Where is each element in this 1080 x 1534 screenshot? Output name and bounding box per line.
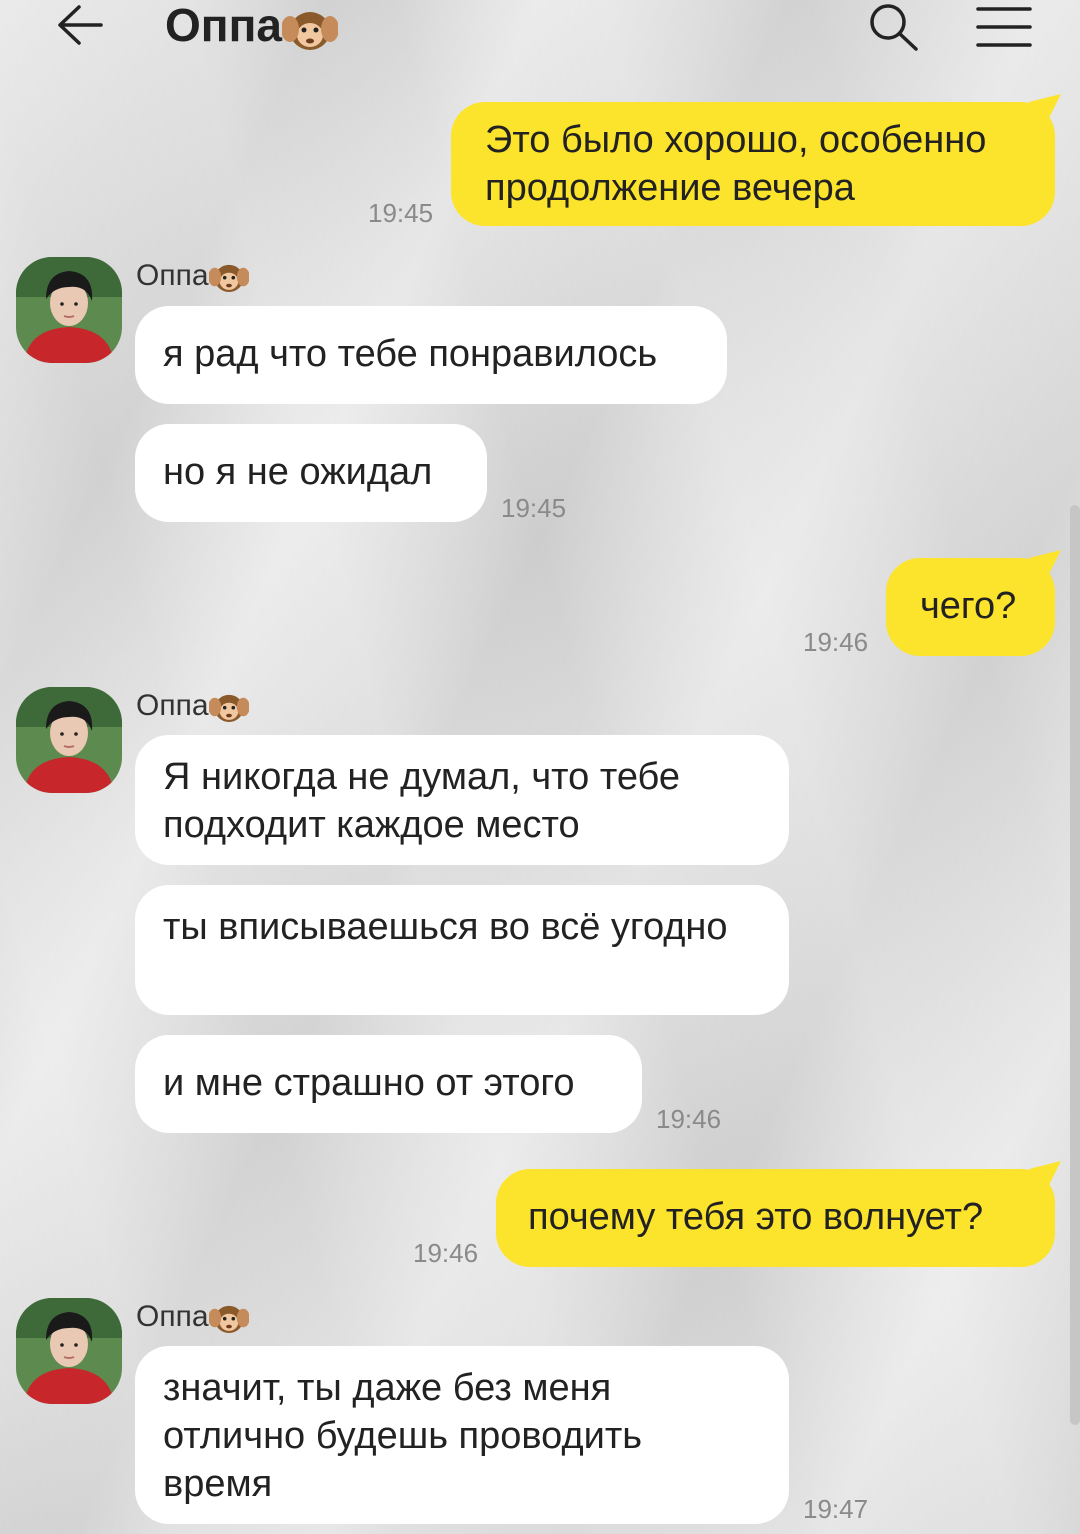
sender-name-text: Оппа [136, 259, 209, 292]
message-text: но я не ожидал [163, 451, 433, 493]
monkey-emoji-icon [282, 5, 338, 53]
message-text: и мне страшно от этого [163, 1062, 575, 1104]
bubble-tail-icon [1029, 1161, 1061, 1193]
hamburger-menu-icon[interactable] [975, 6, 1033, 48]
chat-title-text: Оппа [165, 0, 282, 51]
bubble-tail-icon [1029, 94, 1061, 126]
monkey-emoji-icon [209, 1300, 249, 1336]
message-bubble-incoming[interactable]: и мне страшно от этого [135, 1035, 642, 1133]
avatar[interactable] [16, 257, 122, 363]
avatar[interactable] [16, 687, 122, 793]
bubble-tail-icon [1029, 550, 1061, 582]
monkey-emoji-icon [209, 689, 249, 725]
message-text: чего? [920, 585, 1017, 627]
chat-header: Оппа [0, 0, 1080, 60]
message-text: Я никогда не думал, что тебе подходит ка… [163, 756, 681, 846]
message-time: 19:45 [501, 493, 567, 523]
sender-name-text: Оппа [136, 1300, 209, 1333]
sender-name-text: Оппа [136, 689, 209, 722]
message-text: я рад что тебе понравилось [163, 333, 658, 375]
message-text: Это было хорошо, особенно продолжение ве… [485, 119, 987, 209]
message-bubble-incoming[interactable]: Я никогда не думал, что тебе подходит ка… [135, 735, 789, 865]
sender-name: Оппа [136, 1300, 249, 1336]
message-text: почему тебя это волнует? [528, 1196, 984, 1238]
message-bubble-incoming[interactable]: значит, ты даже без меня отлично будешь … [135, 1346, 789, 1524]
avatar[interactable] [16, 1298, 122, 1404]
search-icon[interactable] [868, 2, 920, 52]
message-time: 19:46 [656, 1104, 722, 1134]
message-time: 19:46 [413, 1238, 479, 1268]
message-bubble-outgoing[interactable]: чего? [886, 550, 1061, 656]
message-text: ты вписываешься во всё угодно [163, 906, 728, 948]
message-text: значит, ты даже без меня отлично будешь … [163, 1367, 643, 1505]
monkey-emoji-icon [209, 259, 249, 295]
message-time: 19:47 [803, 1494, 869, 1524]
scrollbar[interactable] [1070, 505, 1080, 1425]
message-time: 19:45 [368, 198, 434, 228]
message-bubble-incoming[interactable]: ты вписываешься во всё угодно [135, 885, 789, 1015]
sender-name: Оппа [136, 689, 249, 725]
message-bubble-outgoing[interactable]: Это было хорошо, особенно продолжение ве… [451, 94, 1061, 226]
message-time: 19:46 [803, 627, 869, 657]
chat-title[interactable]: Оппа [165, 0, 338, 53]
sender-name: Оппа [136, 259, 249, 295]
message-bubble-outgoing[interactable]: почему тебя это волнует? [496, 1161, 1061, 1267]
message-bubble-incoming[interactable]: но я не ожидал [135, 424, 487, 522]
message-bubble-incoming[interactable]: я рад что тебе понравилось [135, 306, 727, 404]
arrow-left-icon[interactable] [55, 3, 105, 47]
